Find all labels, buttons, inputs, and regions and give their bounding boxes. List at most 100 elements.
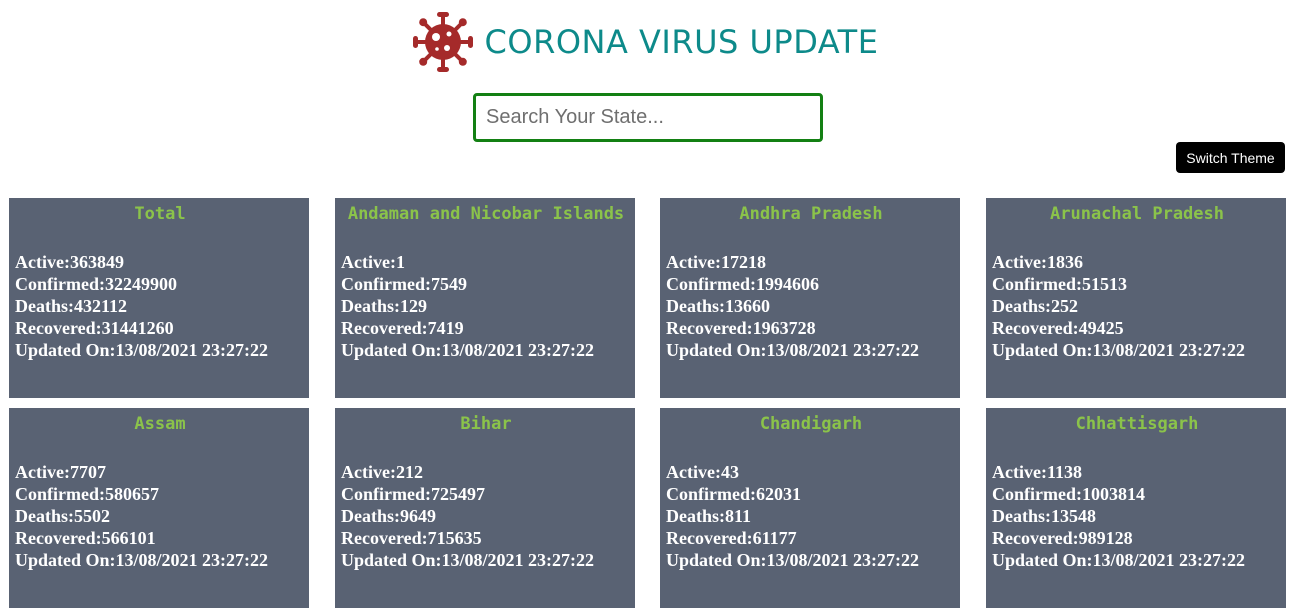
updated-timestamp-label: Updated On: <box>992 550 1093 570</box>
state-card: Arunachal Pradesh Active:1836 Confirmed:51… <box>986 198 1286 398</box>
active-count-value: 17218 <box>720 252 766 272</box>
recovered-count-label: Recovered: <box>992 528 1079 548</box>
confirmed-count-value: 580657 <box>104 484 159 504</box>
recovered-count-label: Recovered: <box>666 528 753 548</box>
deaths-count-value: 252 <box>1051 296 1078 316</box>
updated-timestamp-value: 13/08/2021 23:27:22 <box>1092 340 1246 360</box>
confirmed-count: Confirmed:62031 <box>666 483 956 505</box>
recovered-count-value: 715635 <box>427 528 482 548</box>
card-stats: Active:17218 Confirmed:1994606 Deaths:1366… <box>666 251 956 361</box>
active-count-label: Active: <box>15 252 70 272</box>
confirmed-count: Confirmed:7549 <box>341 273 631 295</box>
state-card: Assam Active:7707 Confirmed:580657 Deaths:5… <box>9 408 309 608</box>
recovered-count: Recovered:1963728 <box>666 317 956 339</box>
deaths-count-label: Deaths: <box>992 296 1051 316</box>
deaths-count-label: Deaths: <box>992 506 1051 526</box>
deaths-count-value: 13548 <box>1051 506 1096 526</box>
active-count-value: 43 <box>720 462 739 482</box>
state-name: Andhra Pradesh <box>739 204 883 224</box>
updated-timestamp-label: Updated On: <box>15 550 116 570</box>
recovered-count: Recovered:7419 <box>341 317 631 339</box>
recovered-count-value: 989128 <box>1078 528 1133 548</box>
recovered-count-label: Recovered: <box>992 318 1079 338</box>
updated-timestamp-value: 13/08/2021 23:27:22 <box>115 550 269 570</box>
confirmed-count: Confirmed:1003814 <box>992 483 1282 505</box>
deaths-count-label: Deaths: <box>15 296 74 316</box>
state-name: Chandigarh <box>759 414 863 434</box>
confirmed-count-label: Confirmed: <box>341 484 431 504</box>
updated-timestamp: Updated On:13/08/2021 23:27:22 <box>992 549 1282 571</box>
deaths-count-value: 432112 <box>74 296 128 316</box>
deaths-count: Deaths:9649 <box>341 505 631 527</box>
recovered-count: Recovered:566101 <box>15 527 305 549</box>
state-card: Chandigarh Active:43 Confirmed:62031 Deaths… <box>660 408 960 608</box>
search-input[interactable] <box>473 93 823 142</box>
deaths-count-label: Deaths: <box>341 296 400 316</box>
active-count: Active:212 <box>341 461 631 483</box>
deaths-count-label: Deaths: <box>666 296 725 316</box>
state-name: Bihar <box>460 414 512 434</box>
active-count-value: 7707 <box>69 462 106 482</box>
updated-timestamp: Updated On:13/08/2021 23:27:22 <box>666 339 956 361</box>
confirmed-count-label: Confirmed: <box>992 274 1082 294</box>
recovered-count-value: 49425 <box>1078 318 1124 338</box>
state-name: Arunachal Pradesh <box>1050 204 1224 224</box>
updated-timestamp-value: 13/08/2021 23:27:22 <box>766 340 920 360</box>
deaths-count-value: 13660 <box>725 296 770 316</box>
confirmed-count-value: 32249900 <box>104 274 177 294</box>
updated-timestamp: Updated On:13/08/2021 23:27:22 <box>341 549 631 571</box>
updated-timestamp: Updated On:13/08/2021 23:27:22 <box>15 549 305 571</box>
state-name: Andaman and Nicobar Islands <box>347 204 625 224</box>
recovered-count: Recovered:989128 <box>992 527 1282 549</box>
confirmed-count-value: 62031 <box>755 484 801 504</box>
deaths-count: Deaths:252 <box>992 295 1282 317</box>
state-card: Bihar Active:212 Confirmed:725497 Deaths:96… <box>335 408 635 608</box>
confirmed-count-label: Confirmed: <box>341 274 431 294</box>
card-stats: Active:363849 Confirmed:32249900 Deaths:43… <box>15 251 305 361</box>
active-count-label: Active: <box>341 252 396 272</box>
active-count-value: 1836 <box>1046 252 1083 272</box>
confirmed-count: Confirmed:32249900 <box>15 273 305 295</box>
updated-timestamp-value: 13/08/2021 23:27:22 <box>441 550 595 570</box>
confirmed-count: Confirmed:51513 <box>992 273 1282 295</box>
recovered-count-label: Recovered: <box>666 318 753 338</box>
deaths-count-value: 811 <box>725 506 752 526</box>
confirmed-count: Confirmed:1994606 <box>666 273 956 295</box>
card-stats: Active:43 Confirmed:62031 Deaths:811 Recove… <box>666 461 956 571</box>
deaths-count-label: Deaths: <box>341 506 400 526</box>
active-count: Active:7707 <box>15 461 305 483</box>
state-card: Total Active:363849 Confirmed:32249900 Deat… <box>9 198 309 398</box>
confirmed-count-label: Confirmed: <box>666 484 756 504</box>
page-title: CORONA VIRUS UPDATE <box>484 23 879 61</box>
page-header: CORONA VIRUS UPDATE <box>0 10 1293 74</box>
confirmed-count-value: 1994606 <box>755 274 819 294</box>
deaths-count: Deaths:5502 <box>15 505 305 527</box>
card-stats: Active:212 Confirmed:725497 Deaths:9649 Rec… <box>341 461 631 571</box>
card-stats: Active:1 Confirmed:7549 Deaths:129 Recovere… <box>341 251 631 361</box>
recovered-count-value: 61177 <box>752 528 797 548</box>
updated-timestamp-value: 13/08/2021 23:27:22 <box>766 550 920 570</box>
updated-timestamp-value: 13/08/2021 23:27:22 <box>1092 550 1246 570</box>
active-count-label: Active: <box>341 462 396 482</box>
recovered-count-label: Recovered: <box>15 528 102 548</box>
recovered-count-value: 7419 <box>427 318 464 338</box>
updated-timestamp: Updated On:13/08/2021 23:27:22 <box>666 549 956 571</box>
deaths-count-label: Deaths: <box>666 506 725 526</box>
active-count-value: 1 <box>395 252 405 272</box>
deaths-count: Deaths:811 <box>666 505 956 527</box>
recovered-count-label: Recovered: <box>15 318 102 338</box>
state-name: Assam <box>134 414 186 434</box>
deaths-count: Deaths:13660 <box>666 295 956 317</box>
active-count-label: Active: <box>992 462 1047 482</box>
confirmed-count-label: Confirmed: <box>992 484 1082 504</box>
updated-timestamp-label: Updated On: <box>15 340 116 360</box>
active-count: Active:1138 <box>992 461 1282 483</box>
deaths-count: Deaths:129 <box>341 295 631 317</box>
updated-timestamp: Updated On:13/08/2021 23:27:22 <box>992 339 1282 361</box>
confirmed-count-value: 51513 <box>1081 274 1127 294</box>
state-card: Andhra Pradesh Active:17218 Confirmed:1994… <box>660 198 960 398</box>
switch-theme-button[interactable]: Switch Theme <box>1176 142 1285 173</box>
deaths-count-label: Deaths: <box>15 506 74 526</box>
active-count-label: Active: <box>666 252 721 272</box>
updated-timestamp-label: Updated On: <box>992 340 1093 360</box>
